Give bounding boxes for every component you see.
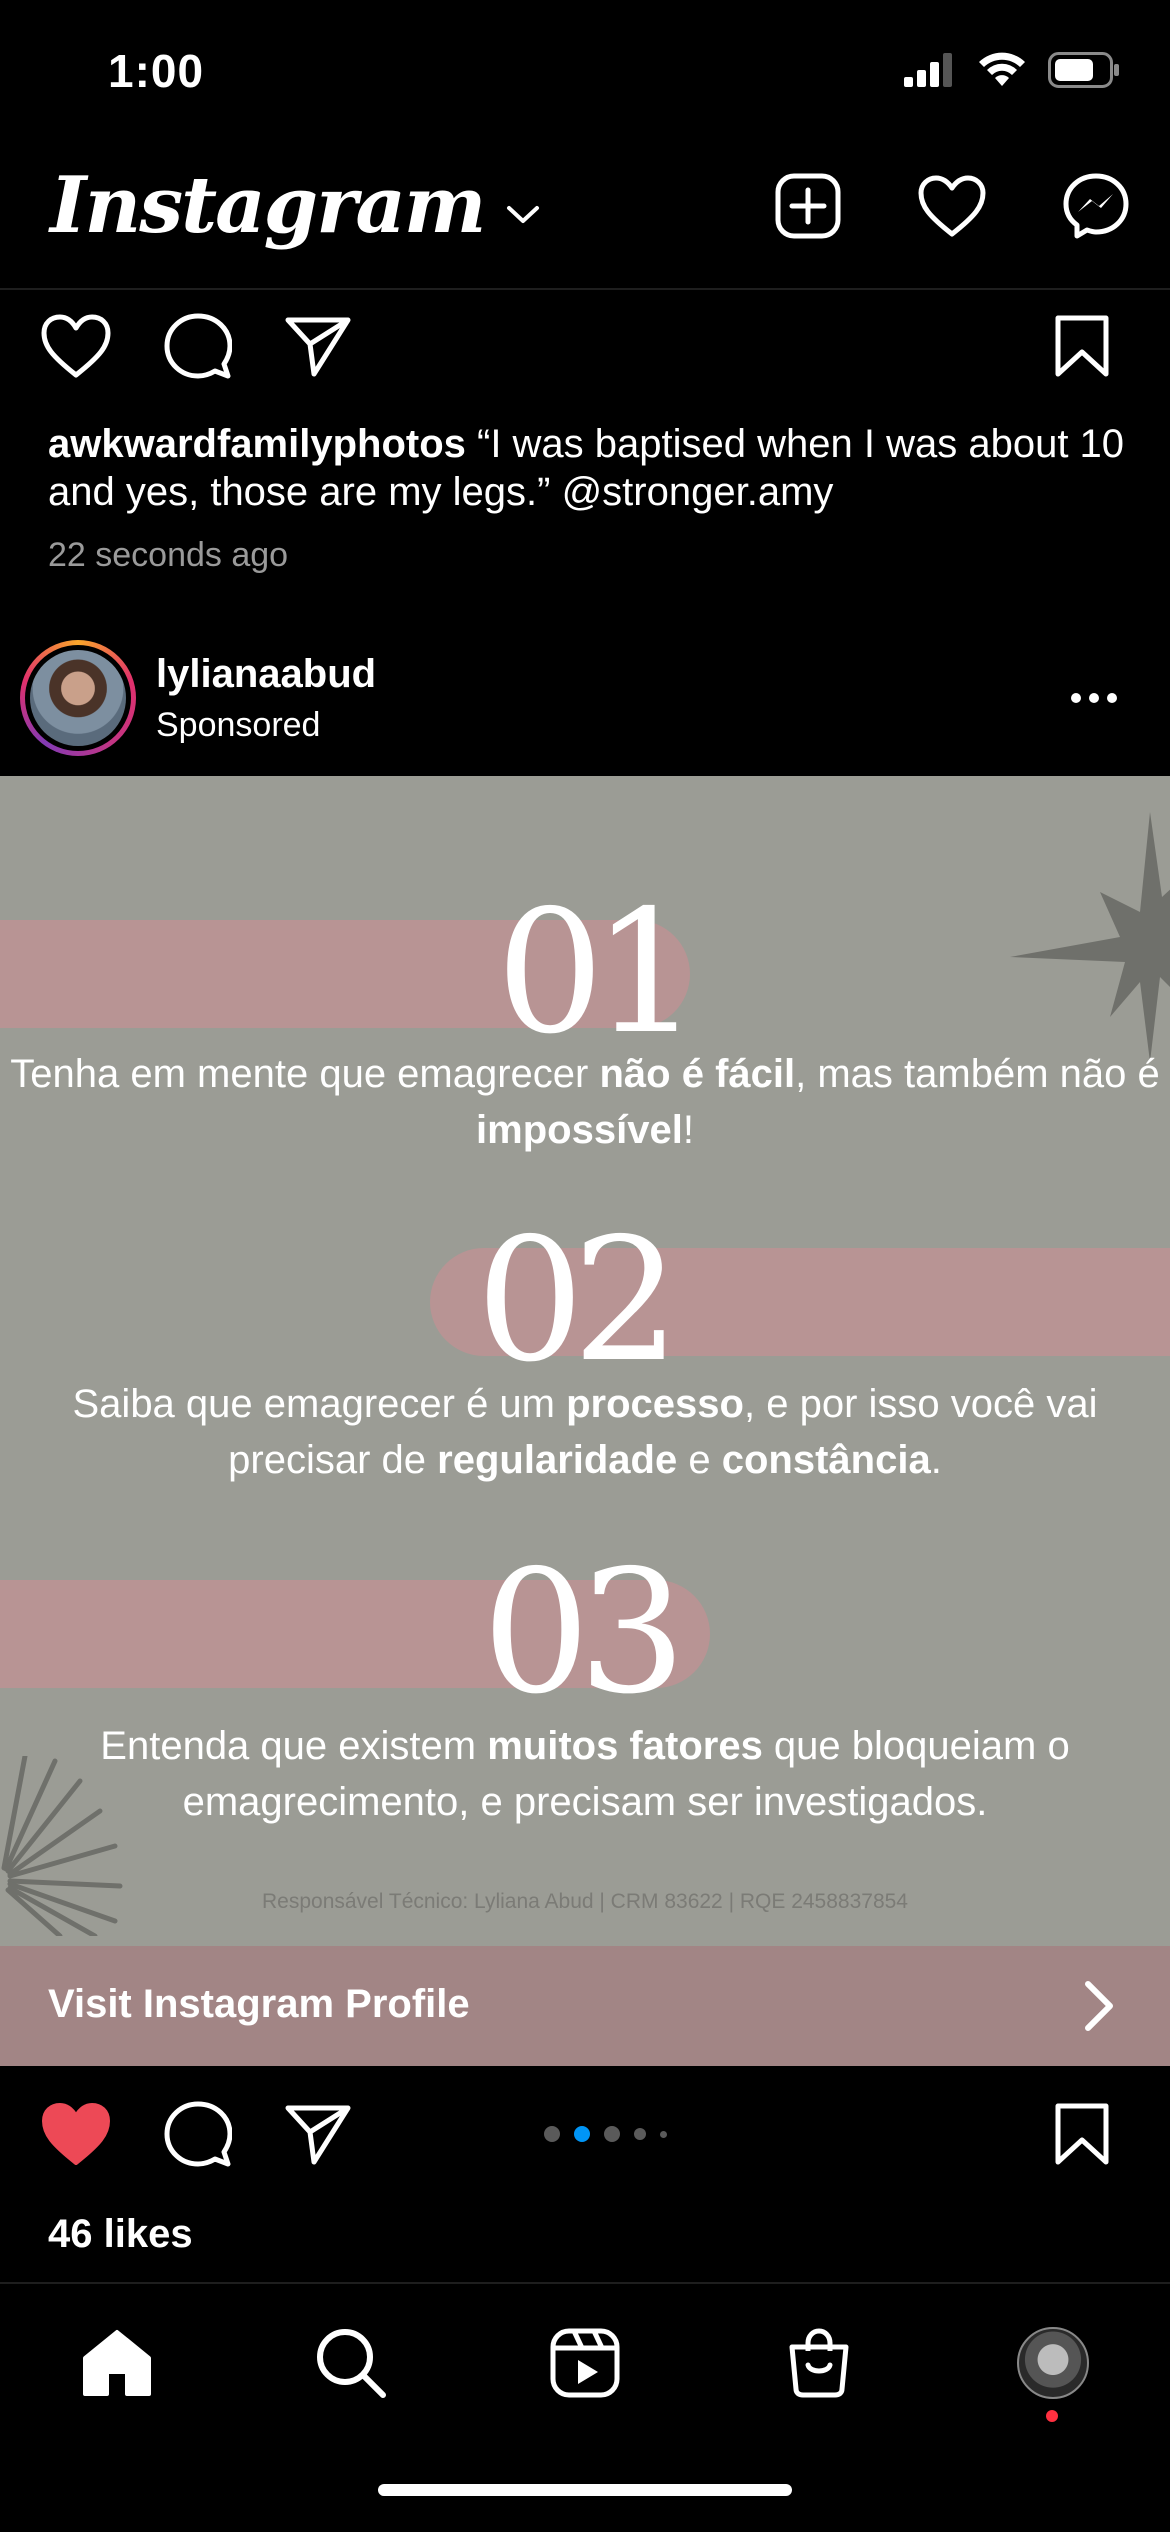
messages-button[interactable] xyxy=(1060,170,1132,242)
previous-post-actions xyxy=(0,306,1170,396)
shop-icon xyxy=(789,2328,849,2398)
carousel-dot xyxy=(660,2130,667,2138)
wifi-icon xyxy=(979,52,1025,86)
heart-icon xyxy=(918,175,986,237)
ad-footer-text: Responsável Técnico: Lyliana Abud | CRM … xyxy=(262,1890,908,1913)
carousel-dot-active xyxy=(574,2126,590,2142)
share-button[interactable] xyxy=(278,306,358,386)
home-indicator xyxy=(378,2484,792,2496)
bookmark-icon xyxy=(1055,2103,1109,2165)
post-caption: awkwardfamilyphotos “I was baptised when… xyxy=(48,420,1128,516)
post-timestamp: 22 seconds ago xyxy=(48,536,289,574)
status-bar: 1:00 xyxy=(0,0,1170,140)
battery-icon xyxy=(1048,52,1119,88)
more-icon xyxy=(1071,693,1081,703)
new-post-button[interactable] xyxy=(772,170,844,242)
ad-item-1-text: Tenha em mente que emagrecer não é fácil… xyxy=(10,1052,1160,1152)
logo-switcher[interactable]: Instagram xyxy=(50,160,540,251)
save-button[interactable] xyxy=(1042,2094,1122,2174)
nav-profile[interactable] xyxy=(1008,2318,1098,2408)
sponsored-label: Sponsored xyxy=(156,706,321,744)
reels-icon xyxy=(550,2328,620,2398)
share-button[interactable] xyxy=(278,2094,358,2174)
nav-reels[interactable] xyxy=(540,2318,630,2408)
avatar[interactable] xyxy=(20,640,136,756)
comment-icon xyxy=(164,313,232,379)
ad-item-3-text: Entenda que existem muitos fatores que b… xyxy=(100,1724,1070,1824)
item-number-2: 02 xyxy=(476,1202,680,1400)
ad-item-2-text: Saiba que emagrecer é um processo, e por… xyxy=(72,1382,1098,1482)
nav-search[interactable] xyxy=(306,2318,396,2408)
send-icon xyxy=(285,317,351,377)
carousel-dot xyxy=(604,2126,620,2142)
post-username[interactable]: lylianaabud xyxy=(156,652,376,697)
heart-icon xyxy=(41,314,111,378)
comment-button[interactable] xyxy=(158,306,238,386)
status-time: 1:00 xyxy=(108,45,205,97)
app-header: Instagram xyxy=(0,140,1170,290)
carousel-dot xyxy=(544,2126,560,2142)
search-icon xyxy=(317,2329,386,2398)
chevron-right-icon xyxy=(1085,1981,1113,2031)
visit-profile-button[interactable]: Visit Instagram Profile xyxy=(0,1946,1170,2066)
nav-home[interactable] xyxy=(72,2318,162,2408)
profile-avatar xyxy=(1017,2327,1089,2399)
status-icons xyxy=(904,52,1120,88)
header-divider xyxy=(0,288,1170,290)
carousel-dot xyxy=(634,2128,646,2140)
instagram-logo: Instagram xyxy=(50,160,486,251)
like-button[interactable] xyxy=(36,2094,116,2174)
notification-dot xyxy=(1046,2410,1058,2422)
plus-square-icon xyxy=(775,173,841,239)
notifications-button[interactable] xyxy=(916,170,988,242)
chevron-down-icon xyxy=(507,205,540,223)
header-actions xyxy=(772,170,1132,242)
comment-button[interactable] xyxy=(158,2094,238,2174)
home-icon xyxy=(83,2330,151,2396)
starburst-decoration xyxy=(1010,812,1170,1062)
heart-filled-icon xyxy=(42,2103,110,2165)
comment-icon xyxy=(164,2101,232,2167)
send-icon xyxy=(285,2105,351,2165)
save-button[interactable] xyxy=(1042,306,1122,386)
item-number-1: 01 xyxy=(496,874,700,1072)
caption-username[interactable]: awkwardfamilyphotos xyxy=(48,422,466,466)
nav-shop[interactable] xyxy=(774,2318,864,2408)
bookmark-icon xyxy=(1055,315,1109,377)
post-header: lylianaabud Sponsored xyxy=(0,630,1170,770)
visit-profile-label: Visit Instagram Profile xyxy=(48,1982,470,2026)
carousel-indicator xyxy=(544,2126,667,2142)
more-options-button[interactable] xyxy=(1058,668,1130,728)
like-button[interactable] xyxy=(36,306,116,386)
messenger-icon xyxy=(1063,173,1129,239)
ad-image[interactable]: 01 Tenha em mente que emagrecer não é fá… xyxy=(0,776,1170,1946)
likes-count[interactable]: 46 likes xyxy=(48,2212,193,2257)
signal-icon xyxy=(904,53,952,87)
bottom-nav xyxy=(0,2282,1170,2532)
item-number-3: 03 xyxy=(482,1534,686,1732)
